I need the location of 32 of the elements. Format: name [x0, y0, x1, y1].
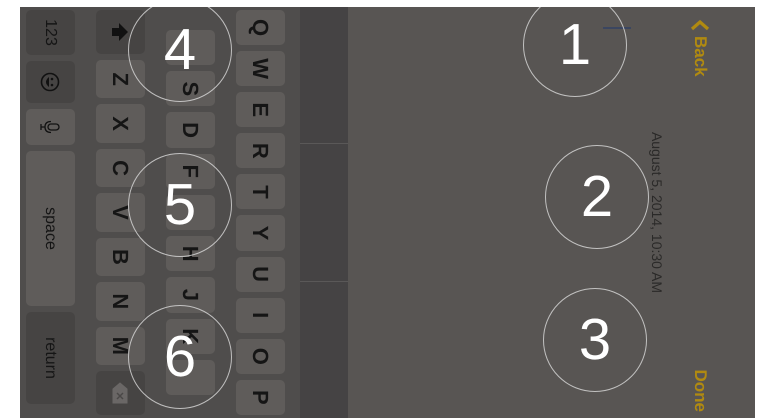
letter-key[interactable]: E — [236, 92, 285, 128]
letter-key[interactable]: N — [96, 282, 145, 321]
microphone-icon — [40, 120, 60, 134]
letter-key[interactable]: H — [166, 236, 215, 272]
shift-key[interactable] — [96, 10, 145, 54]
callout-number: 1 — [523, 7, 627, 97]
letter-key[interactable]: O — [236, 338, 285, 374]
letter-key[interactable]: S — [166, 71, 215, 106]
letter-key[interactable]: M — [96, 326, 145, 365]
letter-key[interactable]: D — [166, 112, 215, 148]
letter-key[interactable]: J — [166, 277, 215, 313]
letter-key[interactable]: V — [96, 193, 145, 232]
smiley-icon — [40, 72, 60, 92]
letter-key[interactable]: Z — [96, 60, 145, 98]
letter-key[interactable]: P — [236, 380, 285, 415]
letter-key[interactable]: B — [96, 238, 145, 276]
letter-key[interactable]: C — [96, 148, 145, 188]
letter-key[interactable]: Y — [236, 215, 285, 251]
letter-key[interactable]: I — [236, 298, 285, 333]
done-button[interactable]: Done — [685, 370, 715, 412]
microphone-key[interactable] — [26, 109, 75, 145]
letter-key[interactable]: W — [236, 51, 285, 86]
delete-icon — [112, 382, 128, 404]
space-key[interactable]: space — [26, 151, 75, 306]
callout-number: 2 — [545, 145, 649, 249]
letter-key[interactable]: Q — [236, 10, 285, 46]
letter-key[interactable]: U — [236, 256, 285, 292]
letter-key[interactable]: T — [236, 174, 285, 210]
callout-number: 3 — [543, 288, 647, 392]
letter-key[interactable]: R — [236, 133, 285, 168]
letter-key[interactable]: X — [96, 104, 145, 143]
back-button[interactable]: Back — [685, 19, 715, 77]
